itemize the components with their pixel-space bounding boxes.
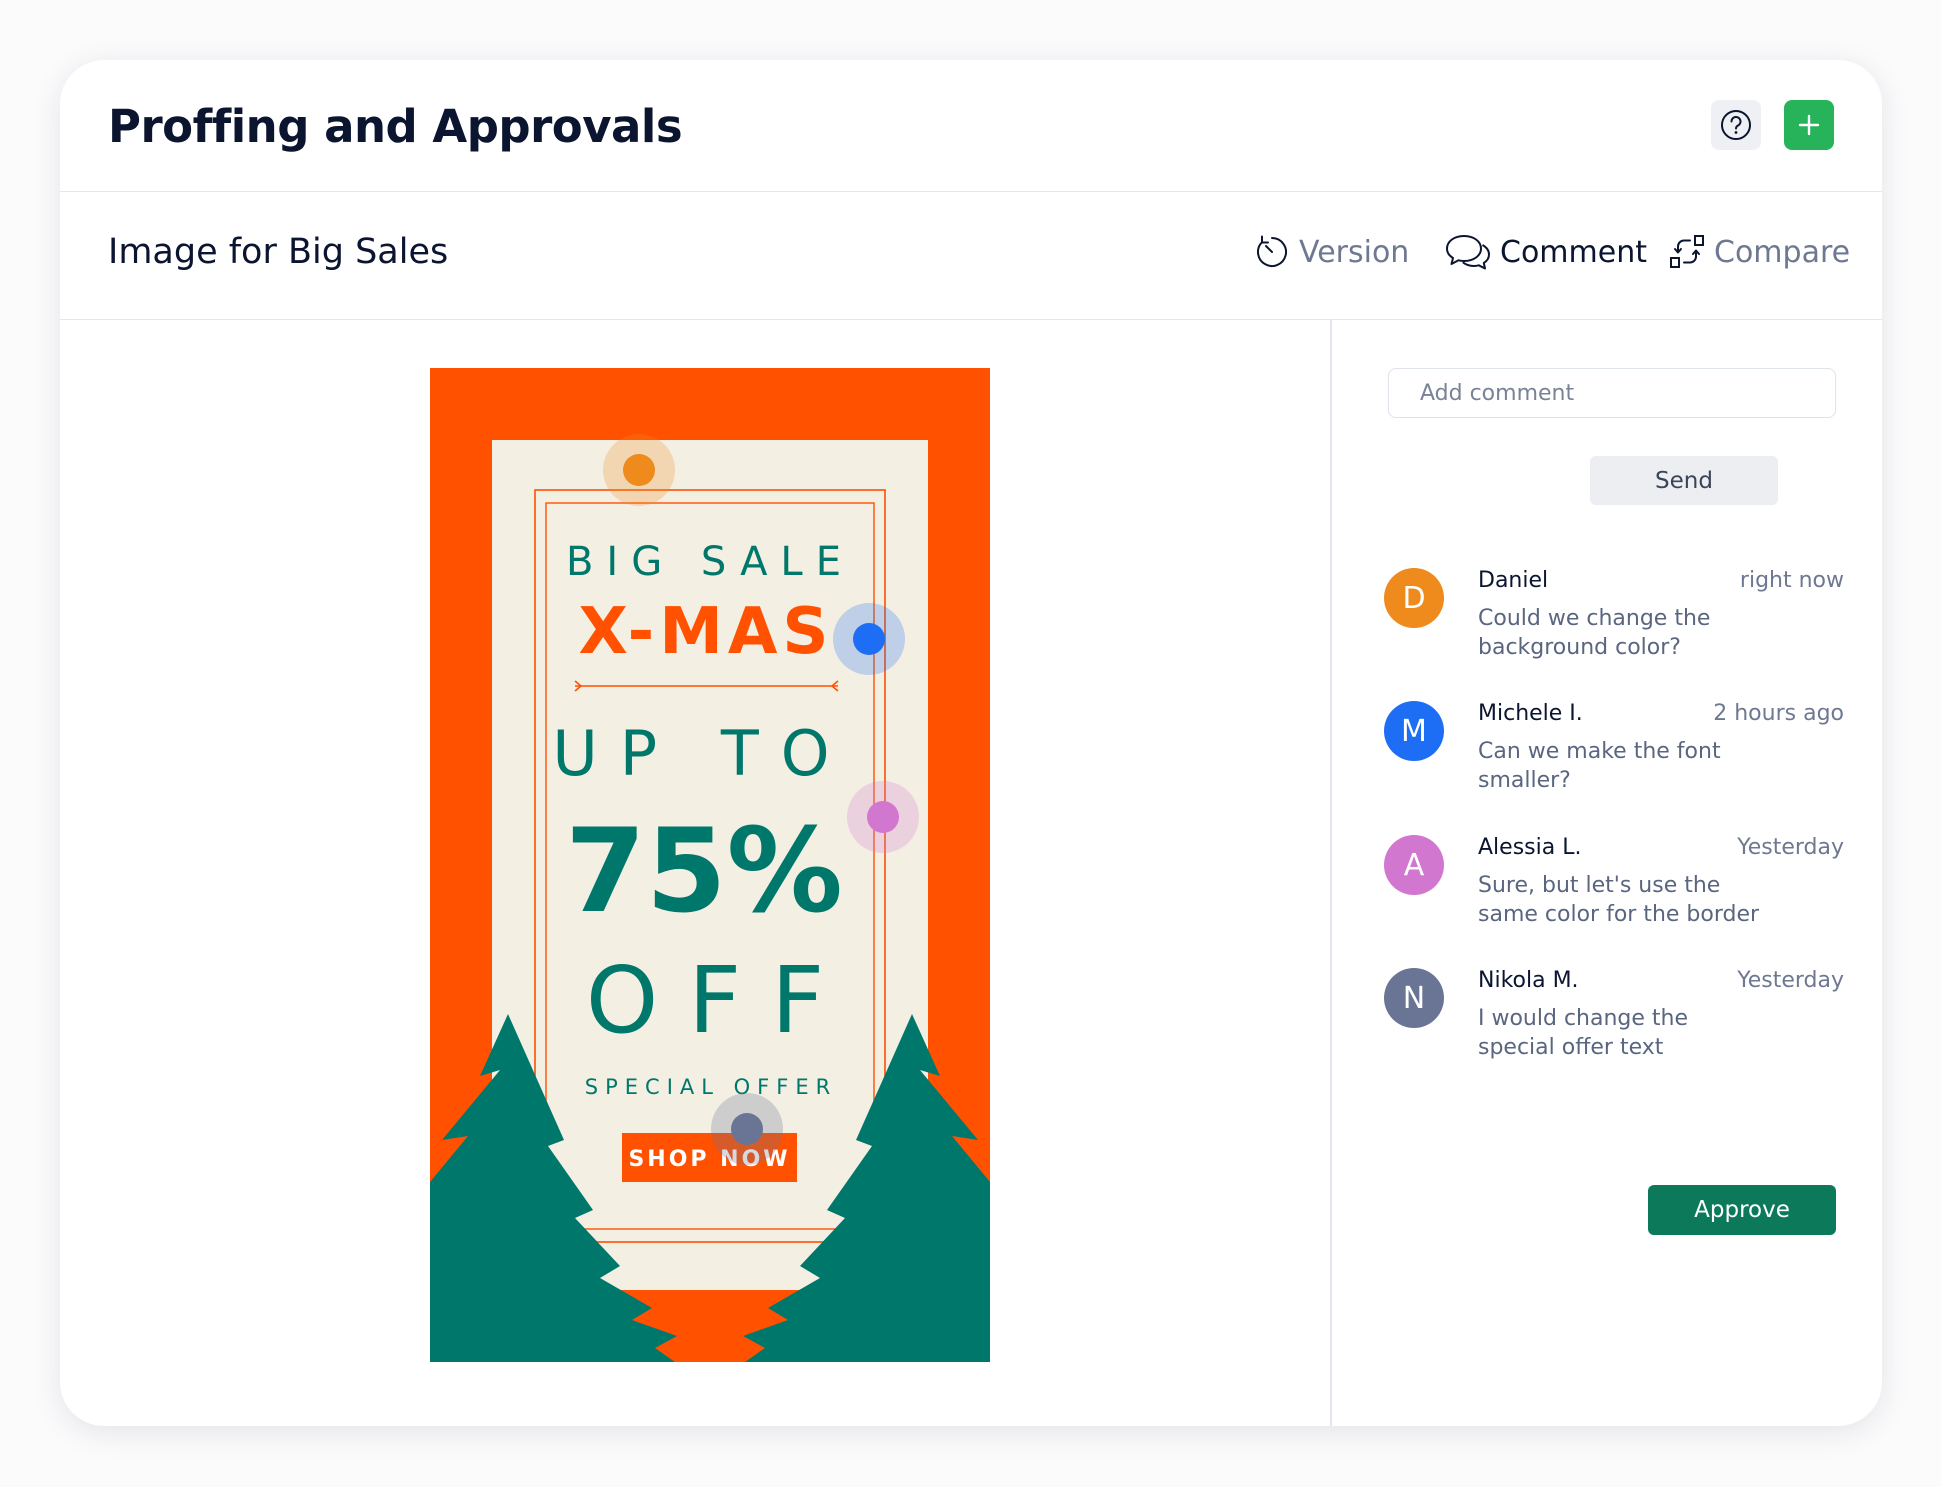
compare-tab-label: Compare [1714, 234, 1851, 270]
poster-image[interactable]: BIG SALE X-MAS UP TO 75% OFF SPECIAL OFF… [430, 368, 990, 1362]
plus-icon [1798, 114, 1820, 136]
add-button[interactable] [1784, 100, 1834, 150]
help-button[interactable] [1711, 100, 1761, 150]
comment-time: Yesterday [1737, 968, 1844, 993]
comment-item-alessia: A Alessia L. Yesterday Sure, but let's u… [1384, 835, 1844, 945]
chat-bubbles-icon [1446, 235, 1490, 270]
comment-text: Could we change the background color? [1478, 606, 1711, 660]
comment-author: Daniel [1478, 568, 1549, 593]
poster-percentage: 75% [565, 804, 843, 939]
comment-pin-daniel[interactable] [603, 434, 675, 506]
compare-tab[interactable]: Compare [1668, 230, 1850, 274]
comment-tab[interactable]: Comment [1444, 230, 1647, 274]
poster-big-sale: BIG SALE [566, 539, 854, 585]
comment-input[interactable] [1388, 368, 1836, 418]
top-bar: Proffing and Approvals [60, 60, 1882, 192]
question-circle-icon [1721, 110, 1751, 140]
comment-pin-michele[interactable] [833, 603, 905, 675]
version-tab[interactable]: Version [1253, 230, 1409, 274]
comment-pin-alessia[interactable] [847, 781, 919, 853]
comment-author: Alessia L. [1478, 835, 1582, 860]
version-tab-label: Version [1299, 234, 1410, 270]
pin-dot [867, 801, 899, 833]
app-card: Proffing and Approvals Image for Big Sal… [60, 60, 1882, 1426]
comment-time: 2 hours ago [1713, 701, 1844, 726]
comment-item-nikola: N Nikola M. Yesterday I would change the… [1384, 968, 1844, 1078]
avatar: M [1384, 701, 1444, 761]
page-title: Proffing and Approvals [108, 100, 683, 153]
comment-time: Yesterday [1737, 835, 1844, 860]
poster-special-offer: SPECIAL OFFER [585, 1075, 837, 1099]
comment-pin-nikola[interactable] [711, 1093, 783, 1165]
send-button[interactable]: Send [1590, 456, 1778, 505]
avatar: A [1384, 835, 1444, 895]
canvas-area: BIG SALE X-MAS UP TO 75% OFF SPECIAL OFF… [60, 320, 1330, 1426]
comments-panel: Send D Daniel right now Could we change … [1332, 320, 1882, 1426]
poster-up-to: UP TO [552, 717, 851, 790]
comment-text: I would change the special offer text [1478, 1006, 1689, 1060]
comment-text: Sure, but let's use the same color for t… [1478, 873, 1760, 927]
comment-tab-label: Comment [1500, 234, 1647, 270]
comment-author: Nikola M. [1478, 968, 1579, 993]
comment-author: Michele I. [1478, 701, 1583, 726]
pin-dot [623, 454, 655, 486]
poster-off: OFF [586, 947, 854, 1054]
comment-time: right now [1739, 568, 1844, 593]
document-toolbar: Image for Big Sales Version Comment Comp… [60, 192, 1882, 320]
comment-item-daniel: D Daniel right now Could we change the b… [1384, 568, 1844, 678]
pin-dot [731, 1113, 763, 1145]
comment-text: Can we make the font smaller? [1478, 739, 1721, 793]
history-icon [1257, 235, 1287, 267]
document-title: Image for Big Sales [108, 232, 449, 272]
approve-button[interactable]: Approve [1648, 1185, 1836, 1235]
compare-icon [1670, 235, 1704, 268]
avatar: D [1384, 568, 1444, 628]
poster-xmas: X-MAS [579, 595, 834, 669]
comment-item-michele: M Michele I. 2 hours ago Can we make the… [1384, 701, 1844, 811]
pin-dot [853, 623, 885, 655]
avatar: N [1384, 968, 1444, 1028]
